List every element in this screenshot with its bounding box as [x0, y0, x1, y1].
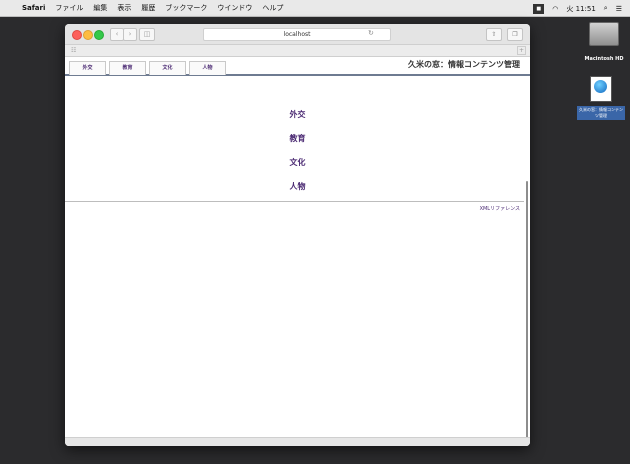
clock[interactable]: 火 11:51 [566, 4, 595, 14]
divider [65, 201, 524, 202]
back-button[interactable]: ‹ [110, 28, 124, 41]
title-bar: ‹ › ◫ localhost ↻ ⇧ ❐ [65, 24, 530, 45]
tab-diplomacy[interactable]: 外交 [69, 61, 106, 75]
menu-help[interactable]: ヘルプ [262, 3, 283, 13]
wifi-icon[interactable]: ◠ [552, 5, 558, 13]
zoom-button[interactable] [94, 30, 104, 40]
xml-reference-link[interactable]: XMLリファレンス [480, 205, 520, 212]
sidebar-toggle-icon[interactable]: ◫ [139, 28, 155, 41]
category-list: 外交 教育 文化 人物 [65, 109, 530, 205]
new-tab-icon[interactable]: + [517, 46, 526, 55]
share-icon[interactable]: ⇧ [486, 28, 502, 41]
tabs-overview-icon[interactable]: ❐ [507, 28, 523, 41]
menu-window[interactable]: ウインドウ [217, 3, 252, 13]
link-diplomacy[interactable]: 外交 [65, 109, 530, 133]
bookmarks-bar: ☷ + [65, 45, 530, 57]
macintosh-hd-icon[interactable]: Macintosh HD [582, 22, 626, 62]
menu-history[interactable]: 履歴 [141, 3, 155, 13]
tab-culture[interactable]: 文化 [149, 61, 186, 75]
link-culture[interactable]: 文化 [65, 157, 530, 181]
status-bar [65, 437, 530, 446]
reload-icon[interactable]: ↻ [368, 28, 374, 39]
file-label: 久米の窓：情報コンテンツ管理 [577, 106, 625, 120]
menu-bar: Safari ファイル 編集 表示 履歴 ブックマーク ウインドウ ヘルプ ■ … [0, 0, 630, 17]
tab-education[interactable]: 教育 [109, 61, 146, 75]
address-bar[interactable]: localhost [203, 28, 391, 41]
safari-document-icon [590, 76, 612, 102]
forward-button[interactable]: › [123, 28, 137, 41]
top-sites-icon[interactable]: ☷ [71, 48, 76, 54]
notification-center-icon[interactable]: ☰ [616, 5, 622, 13]
menu-bookmarks[interactable]: ブックマーク [165, 3, 207, 13]
hd-label: Macintosh HD [584, 56, 624, 62]
web-content: 外交 教育 文化 人物 久米の窓：情報コンテンツ管理 外交 教育 文化 人物 X… [65, 57, 530, 446]
menu-app-safari[interactable]: Safari [22, 4, 45, 12]
safari-window: ‹ › ◫ localhost ↻ ⇧ ❐ ☷ + 外交 教育 文化 人物 久米… [65, 24, 530, 446]
html-file-icon[interactable]: 久米の窓：情報コンテンツ管理 [577, 76, 625, 120]
page-title: 久米の窓：情報コンテンツ管理 [408, 60, 520, 69]
close-button[interactable] [72, 30, 82, 40]
page-header: 外交 教育 文化 人物 久米の窓：情報コンテンツ管理 [65, 57, 530, 76]
link-education[interactable]: 教育 [65, 133, 530, 157]
menu-view[interactable]: 表示 [117, 3, 131, 13]
spotlight-search-icon[interactable]: ⌕ [604, 4, 608, 13]
status-menu-icon[interactable]: ■ [533, 3, 545, 14]
minimize-button[interactable] [83, 30, 93, 40]
menu-file[interactable]: ファイル [55, 3, 83, 13]
tab-people[interactable]: 人物 [189, 61, 226, 75]
hard-drive-icon [589, 22, 619, 46]
menu-edit[interactable]: 編集 [93, 3, 107, 13]
vertical-scrollbar[interactable] [526, 181, 528, 441]
